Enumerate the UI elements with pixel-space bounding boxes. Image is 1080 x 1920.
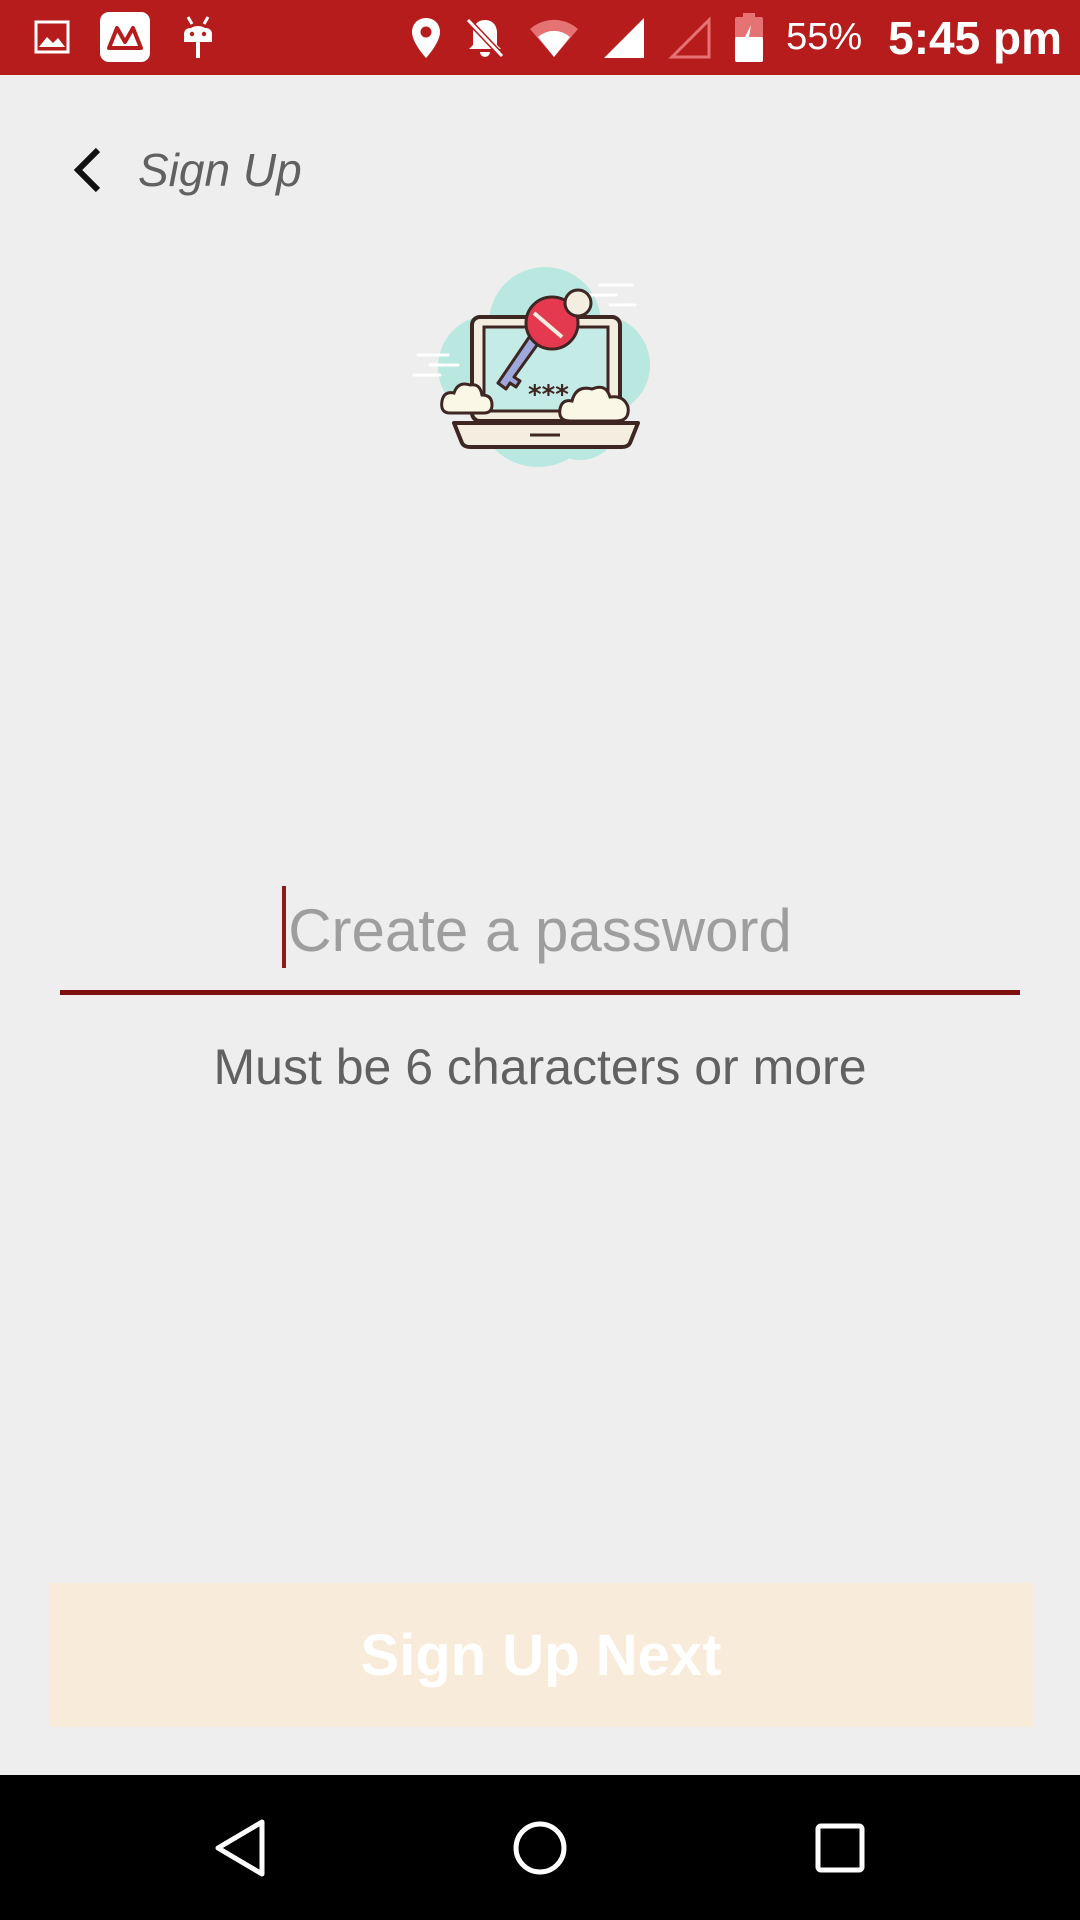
chevron-left-icon: [73, 147, 101, 193]
signal-icon: [604, 17, 645, 58]
header: Sign Up: [72, 140, 302, 200]
notifications-off-icon: [465, 17, 505, 58]
signal-empty-icon: [668, 15, 711, 58]
battery-percentage: 55%: [786, 16, 863, 58]
text-cursor: [282, 886, 286, 968]
back-triangle-icon: [215, 1819, 265, 1876]
back-button[interactable]: [72, 140, 114, 200]
recents-square-icon: [815, 1823, 865, 1872]
home-circle-icon: [513, 1821, 567, 1874]
password-field: [60, 870, 1020, 996]
page-title: Sign Up: [138, 144, 302, 196]
battery-charging-icon: [735, 12, 764, 62]
location-icon: [412, 17, 441, 58]
password-underline: [60, 990, 1020, 995]
nav-back-button[interactable]: [160, 1775, 320, 1920]
android-debug-icon: [184, 16, 212, 58]
status-bar-right: 55% 5:45 pm: [410, 0, 1062, 75]
clock: 5:45 pm: [888, 11, 1062, 64]
status-bar-left: [34, 12, 216, 62]
laptop-key-password-icon: ***: [412, 267, 650, 467]
status-bar: 55% 5:45 pm: [0, 0, 1080, 75]
password-input[interactable]: [60, 870, 1020, 990]
wifi-icon: [530, 19, 579, 57]
gallery-icon: [34, 20, 70, 54]
sign-up-next-button[interactable]: Sign Up Next: [49, 1583, 1033, 1727]
navigation-bar: [0, 1775, 1080, 1920]
nav-home-button[interactable]: [460, 1775, 620, 1920]
password-hint: Must be 6 characters or more: [213, 1039, 867, 1095]
app-logo-icon: [100, 12, 150, 62]
nav-recents-button[interactable]: [760, 1775, 920, 1920]
